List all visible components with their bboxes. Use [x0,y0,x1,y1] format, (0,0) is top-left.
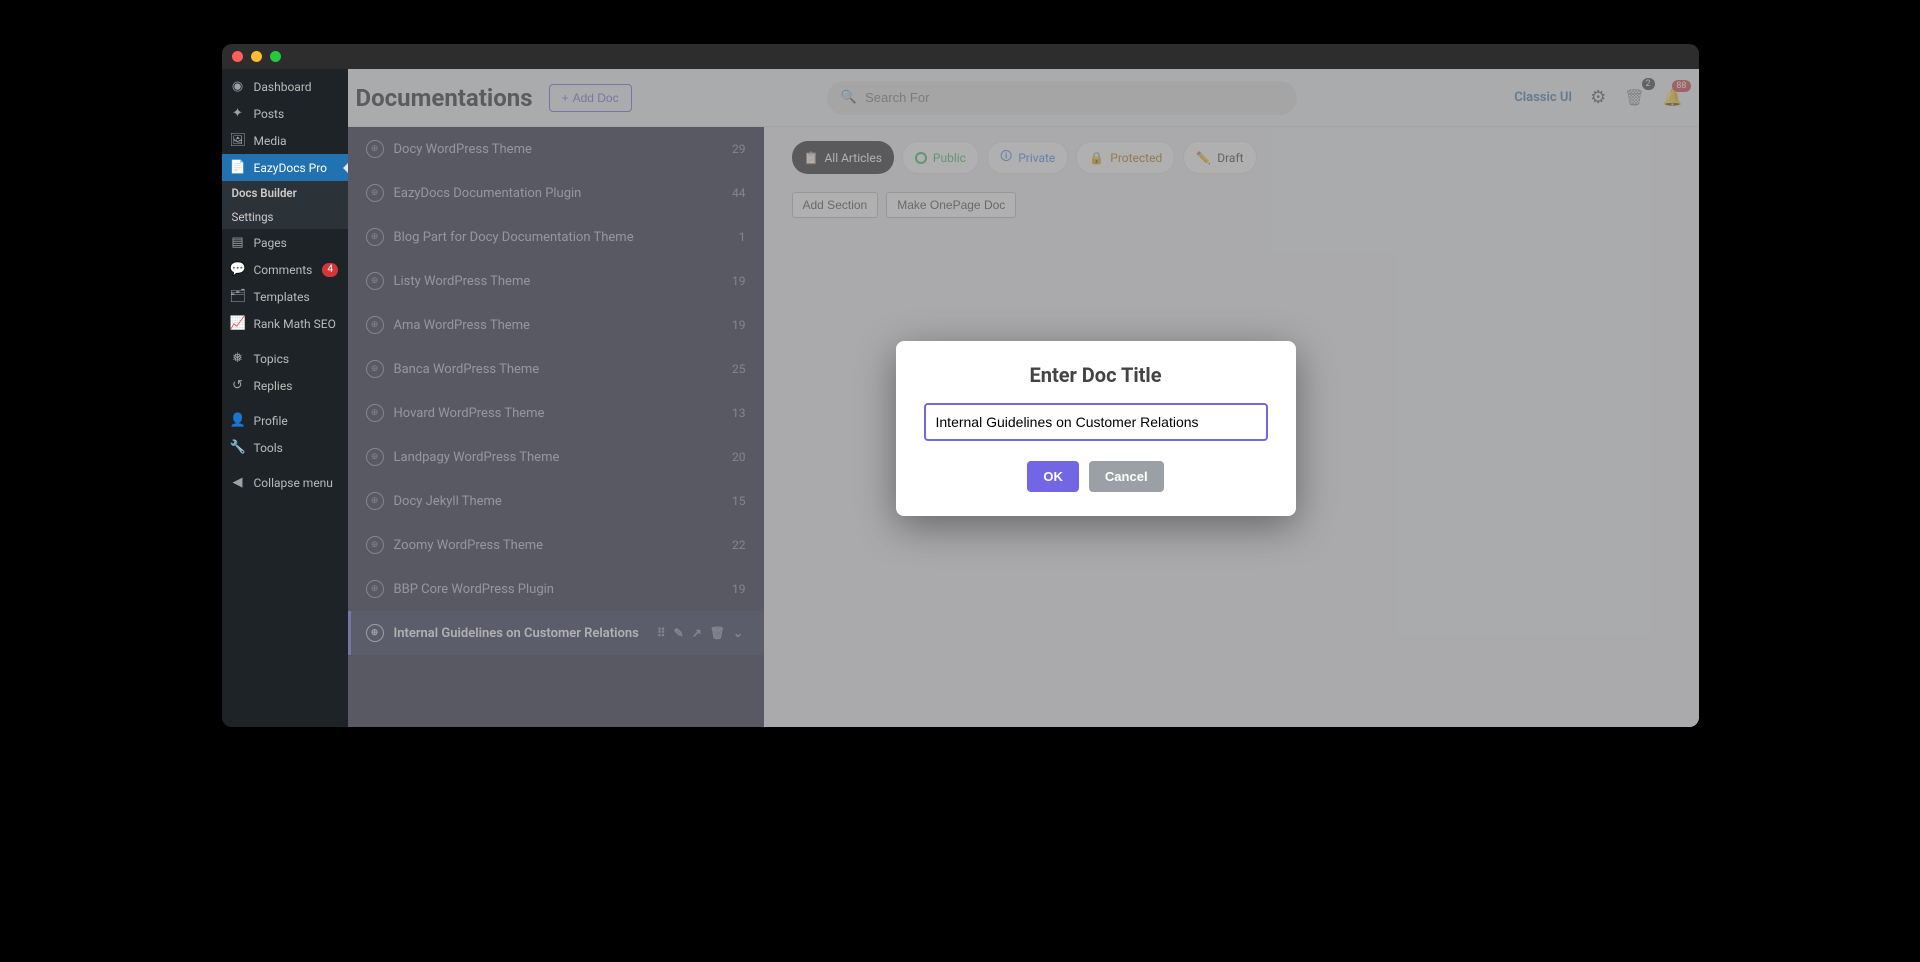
label: EazyDocs Pro [254,161,328,175]
tools-icon: 🔧 [230,440,246,455]
collapse-icon: ◀ [230,475,246,490]
main-panel: Documentations + Add Doc 🔍 Classic UI ⚙ … [348,69,1699,727]
maximize-window-dot[interactable] [270,51,281,62]
label: Media [254,134,287,148]
pages-icon: ▤ [230,235,246,250]
label: Comments [254,263,313,277]
minimize-window-dot[interactable] [251,51,262,62]
close-window-dot[interactable] [232,51,243,62]
replies-icon: ↺ [230,378,246,393]
profile-icon: 👤 [230,413,246,428]
sidebar-item-replies[interactable]: ↺ Replies [222,372,348,399]
topics-icon: ❅ [230,351,246,366]
sidebar-item-topics[interactable]: ❅ Topics [222,345,348,372]
doc-icon: 📄 [230,160,246,175]
templates-icon: 🗂 [230,289,246,304]
sidebar-collapse[interactable]: ◀ Collapse menu [222,469,348,496]
dashboard-icon: ◉ [230,79,246,94]
label: Topics [254,352,290,366]
sidebar-item-rankmath[interactable]: 📈 Rank Math SEO [222,310,348,337]
sidebar-item-dashboard[interactable]: ◉ Dashboard [222,73,348,100]
sidebar-item-eazydocs[interactable]: 📄 EazyDocs Pro [222,154,348,181]
media-icon: 🖼 [230,133,246,148]
comments-icon: 💬 [230,262,246,277]
sidebar-item-media[interactable]: 🖼 Media [222,127,348,154]
sidebar-item-templates[interactable]: 🗂 Templates [222,283,348,310]
label: Pages [254,236,287,250]
label: Posts [254,107,285,121]
ok-button[interactable]: OK [1027,461,1079,492]
sidebar-item-pages[interactable]: ▤ Pages [222,229,348,256]
label: Dashboard [254,80,312,94]
admin-sidebar: ◉ Dashboard ✦ Posts 🖼 Media 📄 EazyDocs P… [222,69,348,727]
enter-doc-title-modal: Enter Doc Title OK Cancel [896,341,1296,516]
label: Tools [254,441,283,455]
sidebar-sub-docs-builder[interactable]: Docs Builder [222,181,348,205]
sidebar-item-comments[interactable]: 💬 Comments 4 [222,256,348,283]
pin-icon: ✦ [230,106,246,121]
label: Templates [254,290,310,304]
modal-title: Enter Doc Title [924,363,1268,387]
seo-icon: 📈 [230,316,246,331]
sidebar-sub-settings[interactable]: Settings [222,205,348,229]
label: Collapse menu [254,476,333,490]
sidebar-item-posts[interactable]: ✦ Posts [222,100,348,127]
label: Rank Math SEO [254,317,336,331]
doc-title-input[interactable] [924,403,1268,441]
label: Replies [254,379,293,393]
sidebar-item-profile[interactable]: 👤 Profile [222,407,348,434]
sidebar-item-tools[interactable]: 🔧 Tools [222,434,348,461]
window-titlebar [222,44,1699,69]
app-window: ◉ Dashboard ✦ Posts 🖼 Media 📄 EazyDocs P… [222,44,1699,727]
comments-badge: 4 [322,263,338,277]
cancel-button[interactable]: Cancel [1089,461,1164,492]
label: Profile [254,414,288,428]
